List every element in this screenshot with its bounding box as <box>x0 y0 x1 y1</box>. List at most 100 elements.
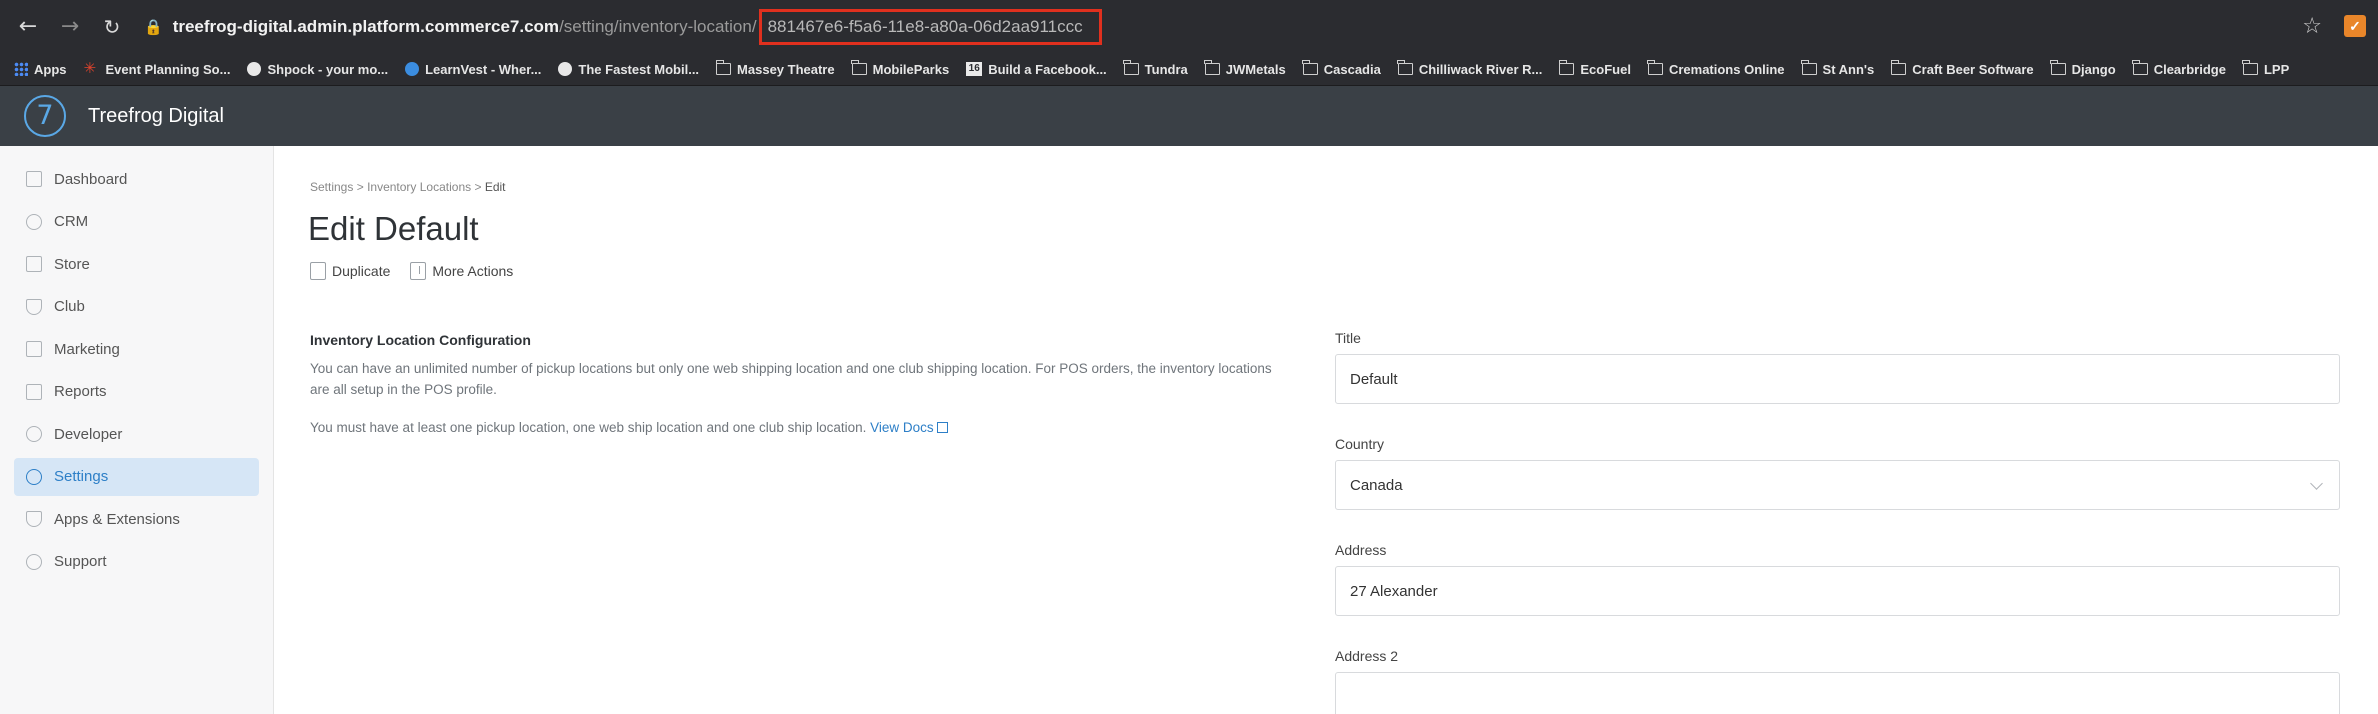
folder-icon <box>851 60 867 75</box>
url-highlighted-id: 881467e6-f5a6-11e8-a80a-06d2aa911ccc <box>758 8 1102 45</box>
title-label: Title <box>1335 330 1361 346</box>
sidebar-item-reports[interactable]: Reports <box>14 373 259 411</box>
chat-icon <box>26 553 42 570</box>
bookmark-item[interactable]: LearnVest - Wher... <box>405 62 541 77</box>
duplicate-label: Duplicate <box>332 263 391 279</box>
address2-input[interactable] <box>1335 672 2340 714</box>
bookmark-label: The Fastest Mobil... <box>578 61 700 77</box>
bookmark-label: LPP <box>2263 61 2290 77</box>
title-value: Default <box>1350 370 1398 388</box>
address-value: 27 Alexander <box>1350 582 1438 600</box>
bookmark-label: St Ann's <box>1822 61 1875 77</box>
view-docs-link[interactable]: View Docs <box>870 420 934 435</box>
bookmark-item[interactable]: MobileParks <box>851 60 949 77</box>
config-note: You must have at least one pickup locati… <box>310 420 948 435</box>
bookmark-item[interactable]: Cascadia <box>1302 60 1381 77</box>
breadcrumb-settings[interactable]: Settings <box>310 180 353 194</box>
bookmark-item[interactable]: The Fastest Mobil... <box>558 62 699 77</box>
sidebar-item-store[interactable]: Store <box>14 245 259 283</box>
country-select[interactable]: Canada <box>1335 460 2340 510</box>
download-icon <box>410 262 427 280</box>
extension-icon[interactable]: ✓ <box>2344 15 2366 37</box>
back-arrow-icon[interactable]: ← <box>14 14 42 39</box>
commerce7-logo-icon[interactable]: 7 <box>24 95 66 137</box>
browser-toolbar: ← → ↻ 🔒 treefrog-digital.admin.platform.… <box>0 0 2378 53</box>
bookmark-item[interactable]: Craft Beer Software <box>1890 60 2034 77</box>
url-path: /setting/inventory-location/ <box>559 16 757 36</box>
bookmarks-bar: Apps ✳ Event Planning So... Shpock - your… <box>0 53 2378 86</box>
sidebar-item-label: Reports <box>54 383 107 400</box>
bookmark-label: JWMetals <box>1225 61 1286 77</box>
bookmark-item[interactable]: Shpock - your mo... <box>247 62 388 77</box>
bookmark-item[interactable]: Clearbridge <box>2132 60 2226 77</box>
bookmark-label: Cascadia <box>1323 61 1381 77</box>
page-title: Edit Default <box>308 210 479 247</box>
folder-icon <box>2050 60 2066 75</box>
sidebar-item-apps-extensions[interactable]: Apps & Extensions <box>14 500 259 538</box>
club-icon <box>26 298 42 315</box>
globe-icon <box>558 62 573 76</box>
bookmark-item[interactable]: Massey Theatre <box>715 60 835 77</box>
external-link-icon[interactable] <box>936 422 948 433</box>
megaphone-icon <box>26 341 42 357</box>
title-input[interactable]: Default <box>1335 354 2340 404</box>
bookmark-item[interactable]: Chilliwack River R... <box>1397 60 1542 77</box>
lock-icon: 🔒 <box>144 17 163 36</box>
spark-icon: ✳ <box>83 59 97 77</box>
forward-arrow-icon[interactable]: → <box>56 14 84 39</box>
sidebar-item-label: Dashboard <box>54 170 128 188</box>
more-actions-button[interactable]: More Actions <box>410 262 513 280</box>
bookmark-label: EcoFuel <box>1580 61 1631 77</box>
home-icon <box>26 171 42 187</box>
bookmark-item[interactable]: St Ann's <box>1801 60 1875 77</box>
breadcrumb: Settings > Inventory Locations > Edit <box>310 180 506 194</box>
bookmark-item[interactable]: LPP <box>2242 60 2290 77</box>
bookmark-item[interactable]: Apps <box>14 62 67 77</box>
breadcrumb-separator: > <box>474 180 482 194</box>
config-note-text: You must have at least one pickup locati… <box>310 420 867 435</box>
sidebar-item-label: Developer <box>54 425 123 443</box>
bookmark-label: Tundra <box>1144 61 1188 77</box>
bookmark-label: Build a Facebook... <box>988 61 1107 77</box>
sidebar-item-developer[interactable]: Developer <box>14 415 259 453</box>
breadcrumb-edit: Edit <box>484 180 506 194</box>
config-heading: Inventory Location Configuration <box>310 332 531 348</box>
globe-icon <box>247 62 262 76</box>
bookmark-item[interactable]: Cremations Online <box>1647 60 1785 77</box>
chevron-down-icon <box>2310 477 2323 490</box>
page-actions: Duplicate More Actions <box>310 262 533 280</box>
sidebar-item-settings[interactable]: Settings <box>14 457 259 496</box>
folder-icon <box>2132 60 2148 75</box>
bookmark-label: Massey Theatre <box>737 61 835 77</box>
sidebar-item-support[interactable]: Support <box>14 543 259 581</box>
sidebar-item-club[interactable]: Club <box>14 288 259 326</box>
bookmark-label: Shpock - your mo... <box>267 61 389 77</box>
country-label: Country <box>1335 436 1385 452</box>
sidebar-item-label: Club <box>54 298 85 315</box>
bookmark-label: Cremations Online <box>1668 61 1785 77</box>
bookmark-item[interactable]: JWMetals <box>1204 60 1286 77</box>
app-header: 7 Treefrog Digital <box>0 86 2378 146</box>
reload-icon[interactable]: ↻ <box>98 15 126 39</box>
bookmark-item[interactable]: EcoFuel <box>1558 60 1631 77</box>
bookmark-item[interactable]: Django <box>2050 60 2116 77</box>
sidebar-item-label: Marketing <box>54 340 120 358</box>
bookmark-item[interactable]: ✳ Event Planning So... <box>84 61 231 77</box>
address-input[interactable]: 27 Alexander <box>1335 566 2340 616</box>
store-icon <box>26 256 42 272</box>
bookmark-star-icon[interactable]: ☆ <box>2302 14 2322 39</box>
duplicate-button[interactable]: Duplicate <box>310 262 390 280</box>
duplicate-icon <box>310 262 326 280</box>
breadcrumb-inventory-locations[interactable]: Inventory Locations <box>367 180 471 194</box>
blue-circle-icon <box>405 62 420 76</box>
config-description: You can have an unlimited number of pick… <box>310 361 1272 397</box>
bookmark-item[interactable]: 16 Build a Facebook... <box>966 61 1107 77</box>
folder-icon <box>1204 60 1220 75</box>
url-bar[interactable]: 🔒 treefrog-digital.admin.platform.commer… <box>144 7 1102 47</box>
sidebar-item-dashboard[interactable]: Dashboard <box>14 160 259 198</box>
org-name[interactable]: Treefrog Digital <box>88 105 224 128</box>
address-label: Address <box>1335 542 1387 558</box>
sidebar-item-marketing[interactable]: Marketing <box>14 330 259 368</box>
bookmark-item[interactable]: Tundra <box>1123 60 1188 77</box>
sidebar-item-crm[interactable]: CRM <box>14 203 259 241</box>
